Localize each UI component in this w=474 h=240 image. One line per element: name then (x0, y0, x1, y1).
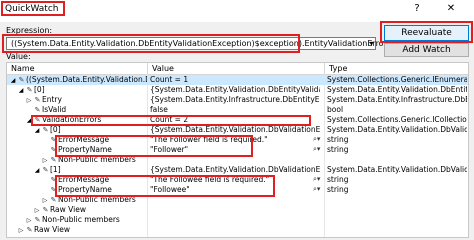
property-wrench-icon: ✎ (34, 106, 41, 114)
reevaluate-button[interactable]: Reevaluate (384, 25, 469, 41)
row-name: [0] (50, 125, 61, 134)
column-header-value[interactable]: Value (152, 64, 174, 73)
cell-type: System.Collections.Generic.IEnumerable< (327, 75, 467, 84)
cell-type: string (327, 145, 349, 154)
cell-value: false (150, 105, 168, 114)
cell-type: System.Data.Entity.Validation.DbValidati… (327, 125, 467, 134)
table-row[interactable]: ◢✎((System.Data.Entity.Validation.DbE...… (7, 75, 468, 85)
property-wrench-icon: ✎ (42, 126, 49, 134)
watch-grid[interactable]: Name Value Type ◢ ✎ ((System.Data.Entity.V… (6, 62, 469, 238)
error-0-highlight (55, 135, 253, 157)
row-name: [1] (50, 165, 61, 174)
chevron-down-icon[interactable]: ▾ (366, 38, 377, 49)
title-bar: QuickWatch ? ✕ (0, 0, 474, 22)
expression-highlight (2, 34, 300, 53)
expand-arrow-icon[interactable]: ▷ (17, 226, 25, 236)
cell-name: ▷ ✎ Raw View (7, 225, 155, 236)
value-label: Value: (6, 52, 31, 61)
property-wrench-icon: ✎ (34, 216, 41, 224)
property-wrench-icon: ✎ (26, 226, 33, 234)
table-row[interactable]: ◢ ✎ [0] {System.Data.Entity.Validation.DbVa… (7, 125, 468, 135)
table-row[interactable]: ▷ ✎ Entry {System.Data.Entity.Infrastructur… (7, 95, 468, 105)
property-wrench-icon: ✎ (18, 76, 25, 84)
help-button[interactable]: ? (406, 2, 428, 16)
row-name: Raw View (34, 225, 70, 234)
cell-value: Count = 1 (150, 75, 189, 84)
cell-value: {System.Data.Entity.Validation.DbEntityV… (150, 85, 320, 94)
add-watch-button[interactable]: Add Watch (384, 43, 469, 57)
row-name: Non-Public members (42, 215, 120, 224)
magnifier-icon[interactable]: ⌕▾ (313, 175, 320, 184)
cell-type: System.Collections.Generic.ICollection<S… (327, 115, 467, 124)
table-row[interactable]: ◢ ✎ [0] {System.Data.Entity.Validation.DbEn… (7, 85, 468, 95)
column-header-name[interactable]: Name (11, 64, 35, 73)
cell-type: System.Data.Entity.Validation.DbValidati… (327, 165, 467, 174)
property-wrench-icon: ✎ (26, 86, 33, 94)
column-header-type[interactable]: Type (329, 64, 347, 73)
row-name: [0] (34, 85, 45, 94)
row-name: Entry (42, 95, 62, 104)
row-name: ((System.Data.Entity.Validation.DbE... (26, 75, 147, 84)
property-wrench-icon: ✎ (42, 166, 49, 174)
table-row[interactable]: ✎ IsValid false bool (7, 105, 468, 115)
cell-value: {System.Data.Entity.Infrastructure.DbEnt… (150, 95, 320, 104)
magnifier-icon[interactable]: ⌕▾ (313, 145, 320, 154)
grid-header: Name Value Type (7, 63, 468, 75)
close-button[interactable]: ✕ (440, 2, 462, 16)
table-row[interactable]: ▷ ✎ Non-Public members (7, 215, 468, 225)
cell-type: string (327, 135, 349, 144)
row-name: IsValid (42, 105, 67, 114)
magnifier-icon[interactable]: ⌕▾ (313, 185, 320, 194)
cell-name: ✎ IsValid (7, 105, 163, 115)
magnifier-icon[interactable]: ⌕▾ (313, 135, 320, 144)
table-row[interactable]: ▷ ✎ Raw View (7, 205, 468, 215)
property-wrench-icon: ✎ (34, 96, 41, 104)
cell-type: bool (327, 105, 344, 114)
cell-value: {System.Data.Entity.Validation.DbValidat… (150, 165, 320, 174)
row-name: Raw View (50, 205, 86, 214)
table-row[interactable]: ◢ ✎ [1] {System.Data.Entity.Validation.DbVa… (7, 165, 468, 175)
validation-errors-highlight (31, 115, 311, 126)
property-wrench-icon: ✎ (42, 206, 49, 214)
cell-type: System.Data.Entity.Validation.DbEntityVa… (327, 85, 467, 94)
table-row[interactable]: ▷ ✎ Raw View (7, 225, 468, 236)
window-title: QuickWatch (5, 4, 59, 14)
cell-type: string (327, 185, 349, 194)
cell-type: string (327, 175, 349, 184)
cell-type: System.Data.Entity.Infrastructure.DbEnti… (327, 95, 467, 104)
error-1-highlight (55, 175, 275, 197)
cell-value: {System.Data.Entity.Validation.DbValidat… (150, 125, 320, 134)
